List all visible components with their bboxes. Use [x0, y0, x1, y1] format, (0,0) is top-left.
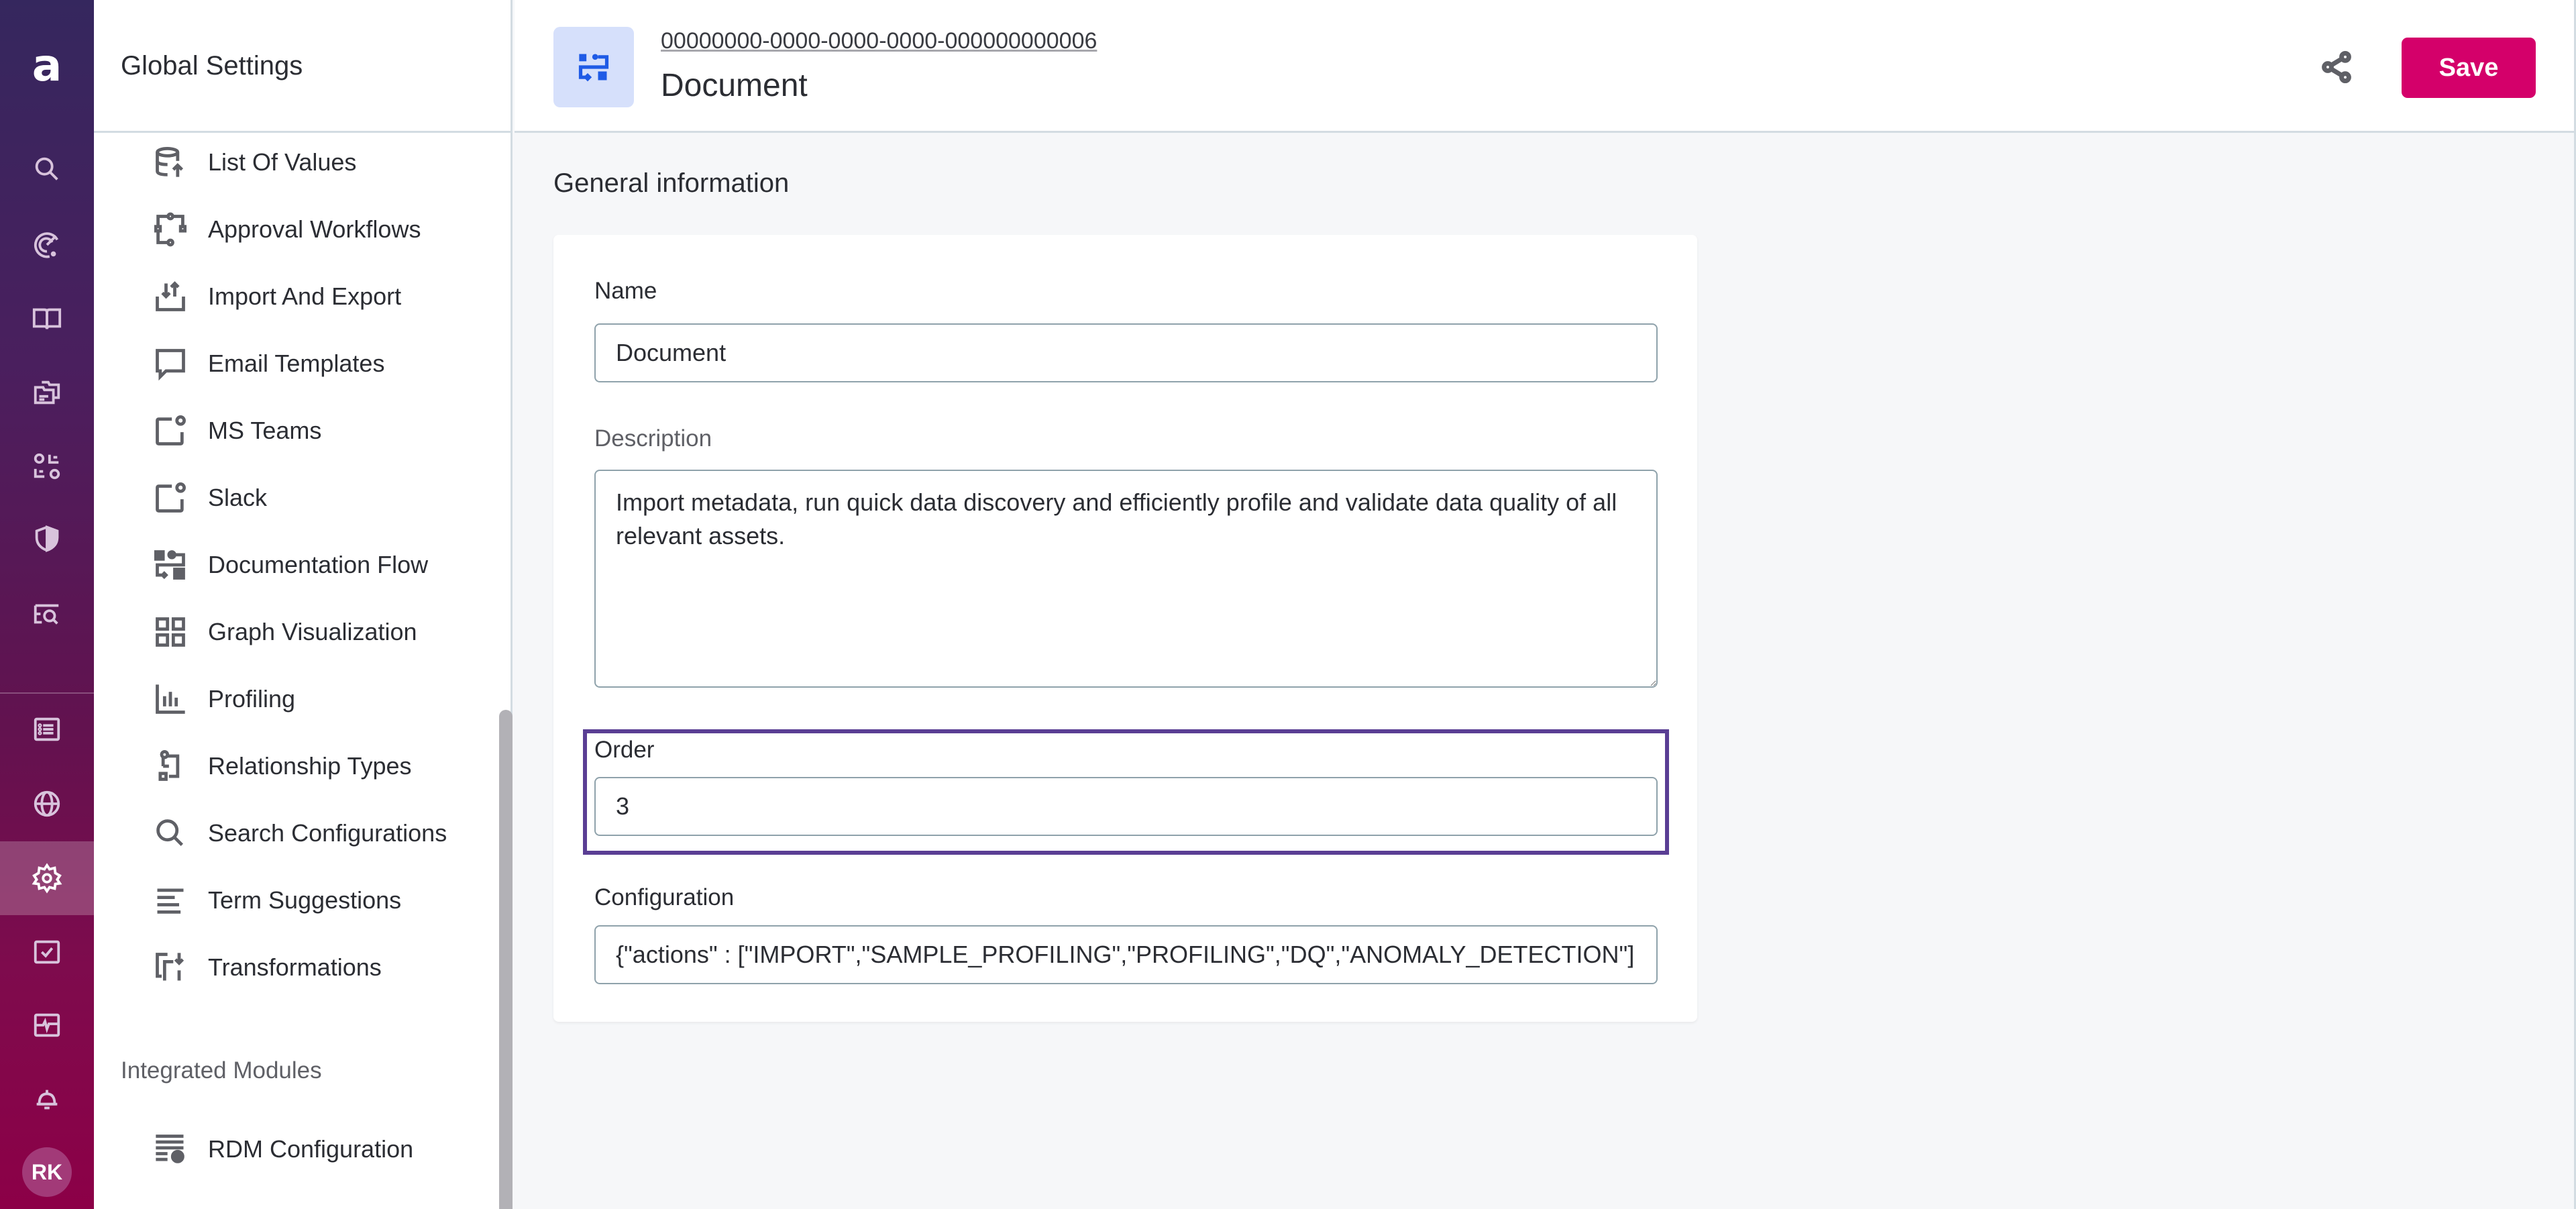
search-icon [156, 819, 184, 847]
sidebar-item-label: Graph Visualization [208, 618, 417, 645]
rail-search[interactable] [0, 139, 94, 199]
bell-icon [36, 1090, 58, 1110]
sidebar-item-label: Relationship Types [208, 752, 412, 780]
sidebar-item-label: Search Configurations [208, 819, 447, 847]
sidebar-item-term-suggestions[interactable]: Term Suggestions [153, 874, 401, 927]
folders-icon [34, 380, 60, 405]
radar-icon [34, 232, 59, 258]
workflow-icon [154, 212, 187, 247]
rail-reports[interactable] [0, 699, 94, 759]
app-logo[interactable]: a [0, 39, 94, 93]
eq-search-icon [34, 604, 59, 625]
order-input[interactable] [594, 777, 1658, 836]
sidebar-item-list-of-values[interactable]: List Of Values [153, 136, 356, 189]
name-input[interactable] [594, 323, 1658, 382]
rail-tasks[interactable] [0, 922, 94, 982]
sidebar-item-slack[interactable]: Slack [153, 471, 267, 525]
rail-discovery[interactable] [0, 215, 94, 275]
import-export-icon [156, 281, 185, 311]
configuration-input[interactable] [594, 925, 1658, 984]
sidebar-item-documentation-flow[interactable]: Documentation Flow [153, 538, 428, 592]
save-button[interactable]: Save [2402, 38, 2536, 98]
settings-sidebar: Global Settings List Of Values Approval … [94, 0, 513, 1209]
rail-catalog[interactable] [0, 362, 94, 423]
globe-icon [34, 790, 60, 817]
page-title: Document [661, 68, 808, 103]
relationship-icon [158, 749, 180, 781]
sidebar-item-label: Documentation Flow [208, 551, 429, 578]
shield-icon [35, 525, 59, 553]
rail-query[interactable] [0, 584, 94, 645]
bar-chart-icon [156, 684, 185, 714]
sidebar-item-label: Term Suggestions [208, 886, 402, 914]
sidebar-title: Global Settings [121, 51, 303, 81]
page-header: 00000000-0000-0000-0000-000000000006 Doc… [515, 0, 2574, 133]
flow-icon [578, 54, 609, 82]
sidebar-item-approval-workflows[interactable]: Approval Workflows [153, 203, 421, 256]
integration-icon [156, 415, 186, 445]
description-label: Description [594, 425, 712, 452]
rail-settings[interactable] [0, 841, 94, 915]
list-settings-icon [156, 1135, 184, 1163]
object-id-link[interactable]: 00000000-0000-0000-0000-000000000006 [661, 28, 1097, 54]
book-icon [32, 308, 62, 329]
sidebar-item-ms-teams[interactable]: MS Teams [153, 404, 321, 458]
rail-security[interactable] [0, 509, 94, 569]
sidebar-item-label: Import And Export [208, 282, 402, 310]
sidebar-item-search-configurations[interactable]: Search Configurations [153, 806, 447, 860]
rail-notifications[interactable] [0, 1069, 94, 1129]
object-type-badge [553, 27, 634, 107]
sidebar-item-label: Email Templates [208, 350, 385, 377]
description-textarea[interactable]: Import metadata, run quick data discover… [594, 470, 1658, 688]
general-information-card: Name Description Import metadata, run qu… [553, 235, 1697, 1022]
sidebar-item-label: Approval Workflows [208, 215, 421, 243]
configuration-label: Configuration [594, 884, 735, 910]
sidebar-item-label: RDM Configuration [208, 1135, 414, 1163]
transform-icon [156, 953, 184, 981]
sidebar-item-graph-visualization[interactable]: Graph Visualization [153, 605, 417, 659]
sidebar-item-label: Profiling [208, 685, 296, 713]
rail-data-quality[interactable] [0, 436, 94, 496]
comment-icon [156, 349, 185, 381]
text-lines-icon [157, 888, 184, 914]
name-label: Name [594, 278, 657, 304]
sidebar-item-email-templates[interactable]: Email Templates [153, 337, 384, 390]
order-label: Order [594, 737, 655, 763]
sidebar-item-relationship-types[interactable]: Relationship Types [153, 739, 412, 793]
sidebar-item-label: MS Teams [208, 417, 322, 444]
rail-monitoring[interactable] [0, 995, 94, 1055]
user-avatar[interactable]: RK [22, 1147, 72, 1197]
rules-icon [34, 453, 60, 480]
integration-icon [156, 482, 186, 513]
section-title-general-information: General information [553, 168, 790, 198]
sidebar-item-import-and-export[interactable]: Import And Export [153, 270, 401, 323]
checkbox-icon [34, 940, 60, 964]
grid-icon [156, 617, 185, 647]
list-icon [34, 717, 60, 741]
sidebar-scrollbar-thumb[interactable] [499, 710, 513, 1209]
sidebar-item-rdm-configuration[interactable]: RDM Configuration [153, 1122, 413, 1176]
sidebar-item-profiling[interactable]: Profiling [153, 672, 295, 726]
sidebar-section-integrated-modules: Integrated Modules [121, 1057, 322, 1084]
gear-icon [32, 863, 62, 894]
rail-divider [0, 692, 94, 694]
share-icon [2322, 50, 2351, 84]
flow-icon [154, 550, 185, 580]
search-icon [35, 157, 58, 180]
left-nav-rail: a RK [0, 0, 94, 1209]
share-button[interactable] [2319, 50, 2354, 85]
rail-global[interactable] [0, 774, 94, 834]
sidebar-item-transformations[interactable]: Transformations [153, 941, 382, 994]
database-upload-icon [156, 147, 184, 177]
sidebar-item-label: List Of Values [208, 148, 357, 176]
pulse-icon [34, 1013, 60, 1037]
rail-glossary[interactable] [0, 288, 94, 349]
sidebar-item-label: Slack [208, 484, 268, 511]
sidebar-header: Global Settings [94, 0, 511, 133]
sidebar-item-label: Transformations [208, 953, 382, 981]
